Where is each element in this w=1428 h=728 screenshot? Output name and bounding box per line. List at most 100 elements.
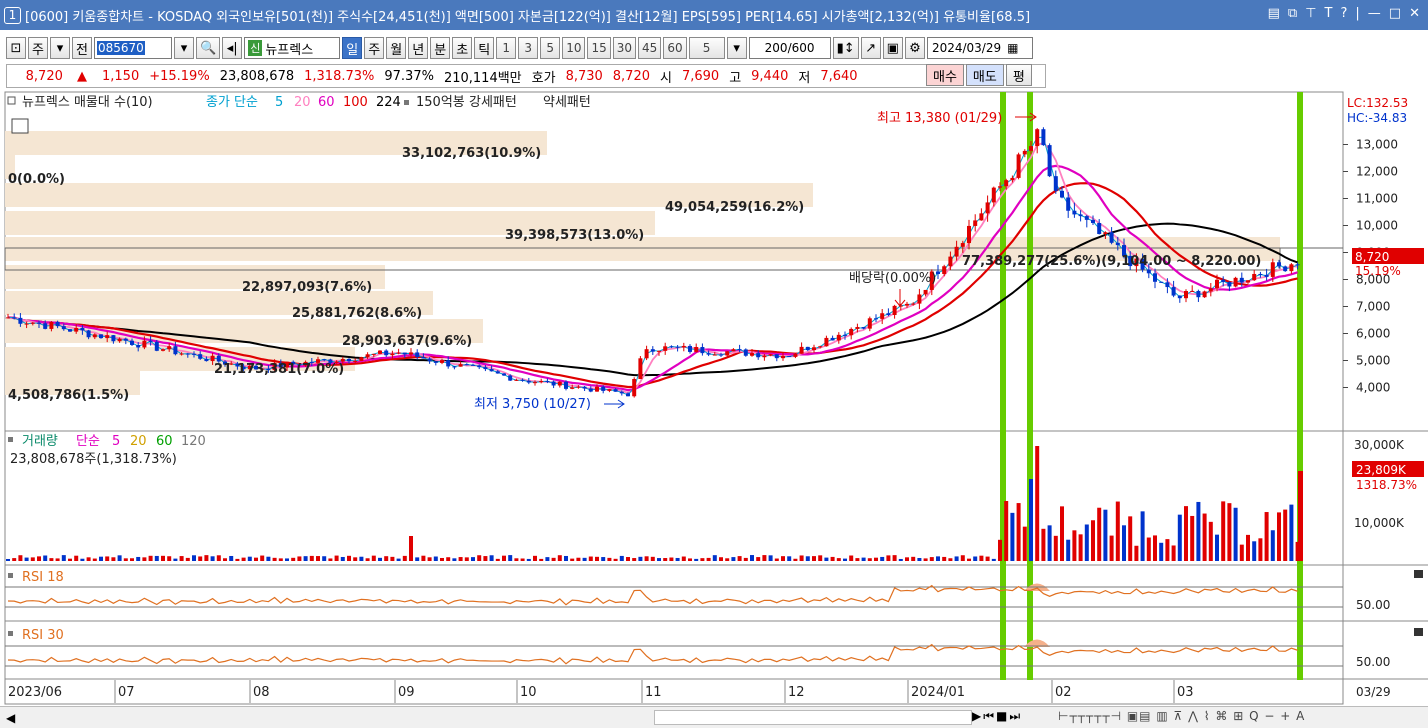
period-day[interactable]: 일	[342, 37, 363, 59]
font-icon[interactable]: T	[1325, 6, 1333, 21]
volume-bar	[551, 557, 556, 561]
rsi30-box-icon	[8, 631, 13, 636]
vol-ma60-legend[interactable]: 60	[156, 434, 173, 449]
ma20-legend[interactable]: 20	[294, 95, 311, 110]
interval-60[interactable]: 60	[663, 37, 687, 59]
interval-1[interactable]: 1	[496, 37, 517, 59]
interval-10[interactable]: 10	[562, 37, 586, 59]
rewind-icon[interactable]: ⏮	[983, 709, 994, 724]
stop-icon[interactable]: ■	[996, 709, 1007, 724]
legend-box-icon[interactable]	[7, 96, 16, 105]
calendar-icon[interactable]: ▦	[1007, 41, 1018, 55]
volume-bar	[154, 555, 159, 561]
interval-30[interactable]: 30	[612, 37, 637, 59]
close-icon[interactable]: ✕	[1409, 6, 1420, 21]
scroll-thumb[interactable]	[654, 710, 972, 725]
period-month[interactable]: 월	[386, 37, 407, 59]
stock-code-input[interactable]: 085670	[94, 37, 172, 59]
volume-bar	[855, 558, 860, 561]
candle-body	[954, 246, 959, 257]
gear-icon[interactable]: ⚙	[904, 37, 925, 59]
tools-row[interactable]: ⊢┬┬┬┬┬⊣ ▣▤ ▥ ⊼ ⋀ ⌇ ⌘ ⊞ Q − + A	[1058, 709, 1305, 723]
mode-select[interactable]: 주	[28, 37, 48, 59]
volume-bar	[229, 555, 234, 561]
strong-pattern[interactable]: 강세패턴	[469, 95, 517, 110]
period-week[interactable]: 주	[364, 37, 385, 59]
period-year[interactable]: 년	[408, 37, 429, 59]
interval-5[interactable]: 5	[540, 37, 561, 59]
code-dropdown-icon[interactable]: ▾	[174, 37, 194, 59]
volume-bar	[688, 558, 692, 561]
calculator-icon[interactable]	[11, 118, 29, 134]
period-second[interactable]: 초	[452, 37, 473, 59]
speaker-icon[interactable]: ◂|	[222, 37, 243, 59]
volume-bar	[167, 556, 172, 561]
pin-icon[interactable]: ⊤	[1305, 6, 1316, 21]
interval-45[interactable]: 45	[638, 37, 662, 59]
ma224-legend[interactable]: 224	[376, 95, 401, 110]
chevron-down-icon[interactable]: ▾	[50, 37, 70, 59]
date-input[interactable]: 2024/03/29 ▦	[926, 37, 1033, 59]
forward-icon[interactable]: ⏭	[1009, 709, 1020, 724]
pattern-prefix[interactable]: 150억봉	[416, 95, 465, 110]
average-button[interactable]: 평	[1005, 64, 1032, 86]
layout-icon[interactable]: ▤	[1268, 6, 1280, 21]
volume-bar	[1252, 541, 1257, 561]
candle-body	[1041, 129, 1046, 146]
scrollbar[interactable]: ◀ ▶ ⏮ ■ ⏭ ⊢┬┬┬┬┬⊣ ▣▤ ▥ ⊼ ⋀ ⌇ ⌘ ⊞ Q − + A	[0, 706, 1428, 728]
ma60-legend[interactable]: 60	[318, 95, 335, 110]
stock-name-box[interactable]: 신 뉴프렉스	[244, 37, 341, 59]
volume-bar	[49, 558, 54, 561]
volume-bar	[514, 558, 519, 561]
period-minute[interactable]: 분	[430, 37, 451, 59]
volume-bar	[1022, 526, 1027, 561]
interval-3[interactable]: 3	[518, 37, 539, 59]
minimize-icon[interactable]: —	[1368, 6, 1381, 21]
volume-bar	[737, 556, 742, 561]
candle-body	[626, 393, 630, 397]
volume-bar	[489, 555, 494, 561]
interval-15[interactable]: 15	[587, 37, 611, 59]
interval-value-input[interactable]: 5	[688, 37, 725, 59]
help-icon[interactable]: ?	[1341, 6, 1348, 21]
rsi30-title[interactable]: RSI 30	[22, 628, 64, 643]
restore-icon[interactable]: ⧉	[1288, 6, 1297, 21]
ma-legend-label[interactable]: 종가 단순	[206, 95, 258, 110]
panel-close-icon[interactable]	[1414, 628, 1423, 636]
ma5-legend[interactable]: 5	[275, 95, 283, 110]
search-icon[interactable]: 🔍	[196, 37, 221, 59]
candle-body	[619, 391, 624, 394]
candle-body	[378, 350, 382, 354]
buy-button[interactable]: 매수	[926, 64, 964, 86]
indicator-icon[interactable]: ▮↕	[832, 37, 859, 59]
profile-legend[interactable]: 뉴프렉스 매물대 수(10)	[22, 95, 153, 110]
volume-bar	[390, 556, 395, 561]
volume-title[interactable]: 거래량	[22, 434, 58, 449]
volume-bar	[278, 558, 283, 561]
candle-body	[669, 346, 674, 348]
drawing-tool-icon[interactable]: ↗	[860, 37, 881, 59]
chart-layout-icon[interactable]: ⊡	[6, 37, 26, 59]
chart-area[interactable]: 33,102,763(10.9%) 0(0.0%) 49,054,259(16.2%…	[0, 91, 1428, 705]
candle-body	[365, 354, 370, 358]
prefix-button[interactable]: 전	[72, 37, 92, 59]
sell-button[interactable]: 매도	[965, 64, 1004, 86]
vol-ma5-legend[interactable]: 5	[112, 434, 120, 449]
play-icon[interactable]: ▶	[972, 709, 981, 724]
volume-ma-label[interactable]: 단순	[76, 434, 100, 449]
panel-close-icon[interactable]	[1414, 570, 1423, 578]
scroll-left-icon[interactable]: ◀	[6, 711, 15, 725]
interval-dropdown-icon[interactable]: ▾	[726, 37, 747, 59]
vol-ma20-legend[interactable]: 20	[130, 434, 147, 449]
volume-bar	[30, 557, 35, 561]
rsi18-title[interactable]: RSI 18	[22, 570, 64, 585]
candle-body	[533, 382, 537, 384]
weak-pattern[interactable]: 약세패턴	[543, 95, 591, 110]
save-icon[interactable]: ▣	[882, 37, 903, 59]
period-tick[interactable]: 틱	[474, 37, 495, 59]
vol-ma120-legend[interactable]: 120	[181, 434, 206, 449]
volume-bar	[18, 555, 23, 561]
maximize-icon[interactable]: □	[1389, 6, 1401, 21]
bar-count-input[interactable]: 200/600	[748, 37, 831, 59]
ma100-legend[interactable]: 100	[343, 95, 368, 110]
